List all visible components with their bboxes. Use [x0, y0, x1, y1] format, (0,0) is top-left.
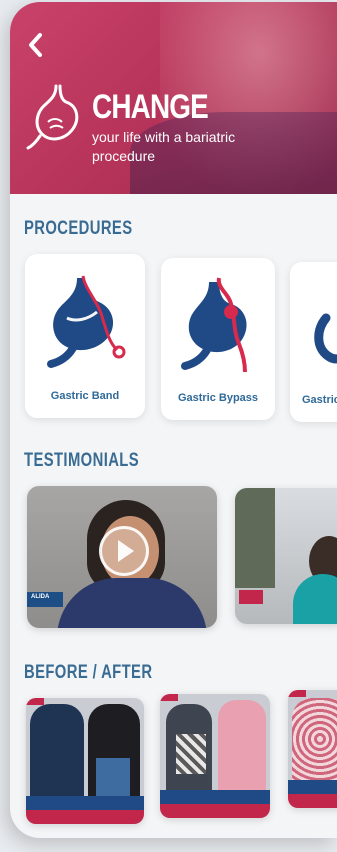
after-photo [218, 700, 266, 792]
hero-subtitle: your life with a bariatric procedure [92, 129, 236, 164]
section-title-procedures: PROCEDURES [24, 218, 133, 239]
procedure-label: Gastric Band [50, 390, 120, 402]
testimonial-video-1[interactable]: ALIDA [27, 486, 217, 628]
name-tag: ALIDA [27, 592, 64, 607]
window-frame [235, 488, 275, 588]
section-title-testimonials: TESTIMONIALS [24, 450, 140, 471]
after-photo [292, 698, 337, 780]
gastric-band-icon [47, 275, 126, 368]
testimonial-video-2[interactable] [235, 488, 337, 624]
person-shirt [293, 574, 337, 624]
section-title-before-after: BEFORE / AFTER [24, 662, 153, 683]
chevron-left-icon [29, 33, 42, 57]
before-after-card-2[interactable] [160, 694, 270, 818]
caption-bar-red [160, 804, 270, 818]
gastric-bypass-icon [181, 277, 247, 373]
app-screen: CHANGE your life with a bariatric proced… [10, 2, 337, 838]
stomach-icon [26, 84, 79, 150]
caption-bar [160, 790, 270, 804]
brand-mark [160, 694, 178, 701]
procedure-card-gastric-sleeve[interactable]: Gastric Sleeve [290, 262, 337, 422]
plaid-shirt [176, 734, 206, 774]
after-jeans [96, 758, 130, 798]
logo-tag [239, 590, 263, 604]
hero-banner: CHANGE your life with a bariatric proced… [10, 2, 337, 194]
back-button[interactable] [26, 32, 52, 58]
procedure-card-gastric-bypass[interactable]: Gastric Bypass [161, 258, 275, 420]
person-shirt [57, 578, 207, 628]
procedure-label: Gastric Bypass [177, 392, 259, 404]
caption-bar-red [288, 794, 337, 808]
before-after-card-1[interactable] [26, 698, 144, 824]
before-after-card-3[interactable] [288, 690, 337, 808]
brand-mark [26, 698, 44, 705]
gastric-sleeve-icon [314, 313, 337, 364]
caption-bar [26, 796, 144, 810]
caption-bar [288, 780, 337, 794]
caption-bar-red [26, 810, 144, 824]
before-photo [30, 704, 84, 798]
brand-mark [288, 690, 306, 697]
procedure-label: Gastric Sleeve [302, 394, 337, 406]
play-icon[interactable] [99, 526, 149, 576]
procedure-card-gastric-band[interactable]: Gastric Band [25, 254, 145, 418]
hero-title: CHANGE [92, 88, 209, 126]
